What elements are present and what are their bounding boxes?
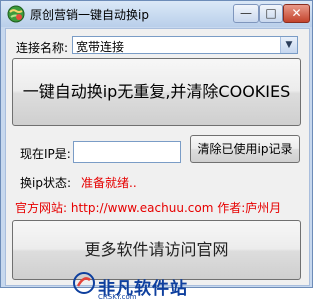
site-url-link[interactable]: http://www.eachuu.com: [71, 201, 214, 215]
connection-label: 连接名称:: [16, 41, 69, 55]
connection-select[interactable]: 宽带连接 ▼: [72, 36, 298, 54]
status-label: 换ip状态:: [20, 176, 71, 190]
current-ip-label: 现在IP是:: [20, 147, 71, 161]
app-window: 原创营销一键自动换ip — □ ✕ 连接名称: 宽带连接 ▼ 一键自动换ip无重…: [0, 0, 313, 301]
globe-icon: [7, 5, 25, 23]
status-value: 准备就绪..: [81, 176, 137, 190]
close-button[interactable]: ✕: [283, 4, 310, 23]
watermark-logo-icon: [73, 272, 95, 294]
chevron-down-icon[interactable]: ▼: [280, 37, 297, 53]
author-label: 作者:: [217, 201, 246, 215]
client-area: 连接名称: 宽带连接 ▼ 一键自动换ip无重复,并清除COOKIES 现在IP是…: [5, 28, 310, 301]
watermark: 非凡软件站 CRSKY.com: [72, 269, 222, 301]
minimize-button[interactable]: —: [233, 4, 259, 23]
connection-value: 宽带连接: [76, 40, 125, 54]
title-bar[interactable]: 原创营销一键自动换ip — □ ✕: [1, 1, 312, 27]
auto-switch-ip-button[interactable]: 一键自动换ip无重复,并清除COOKIES: [12, 58, 301, 126]
current-ip-field[interactable]: [73, 141, 181, 163]
clear-ip-records-button[interactable]: 清除已使用ip记录: [190, 135, 300, 163]
watermark-subtext: CRSKY.com: [98, 293, 137, 301]
window-title: 原创营销一键自动换ip: [30, 8, 149, 22]
author-name: 庐州月: [245, 201, 282, 215]
maximize-button[interactable]: □: [259, 4, 283, 23]
site-label: 官方网站:: [15, 201, 68, 215]
footer-info: 官方网站: http://www.eachuu.com 作者:庐州月: [15, 199, 281, 216]
